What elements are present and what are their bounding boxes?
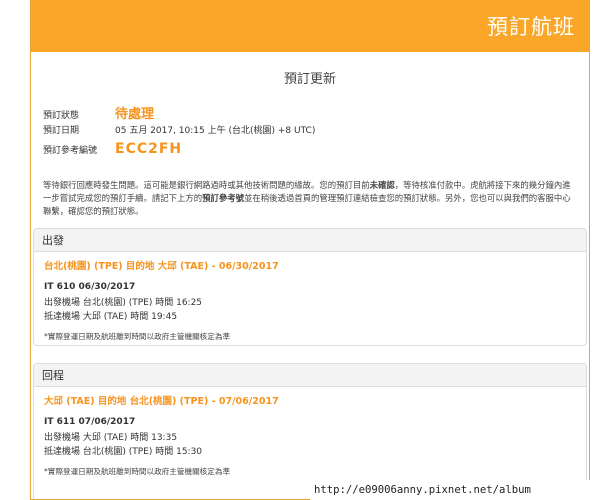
- ref-value: ECC2FH: [115, 141, 183, 157]
- date-label: 預訂日期: [43, 126, 80, 136]
- return-heading: 回程: [34, 364, 586, 387]
- notice-bold-1: 未確認: [369, 180, 395, 190]
- outbound-note: *實際登運日期及航班離到時間以政府主管機關核定為準: [44, 332, 231, 341]
- notice-bold-2: 預訂參考號: [202, 193, 244, 203]
- watermark-url: http://e09006anny.pixnet.net/album: [310, 480, 600, 500]
- return-note: *實際登運日期及航班離到時間以政府主管機關核定為準: [44, 467, 231, 476]
- notice-text: 等待銀行回應時發生問題。這可能是銀行網路過時或其他技術問題的緣故。您的預訂目前未…: [43, 179, 577, 218]
- return-arrive: 抵達機場 台北(桃園) (TPE) 時間 15:30: [44, 447, 203, 457]
- date-row: 預訂日期 05 五月 2017, 10:15 上午 (台北(桃園) +8 UTC…: [43, 123, 589, 140]
- booking-info: 預訂狀態 待處理 預訂日期 05 五月 2017, 10:15 上午 (台北(桃…: [43, 103, 589, 163]
- outbound-heading: 出發: [34, 229, 586, 252]
- notice-part-1: 等待銀行回應時發生問題。這可能是銀行網路過時或其他技術問題的緣故。您的預訂目前: [43, 180, 370, 190]
- outbound-arrive: 抵達機場 大邱 (TAE) 時間 19:45: [44, 312, 178, 322]
- header-bar: 預訂航班: [31, 0, 589, 52]
- section-title: 預訂更新: [283, 72, 336, 87]
- outbound-route: 台北(桃園) (TPE) 目的地 大邱 (TAE) - 06/30/2017: [44, 261, 279, 272]
- date-value: 05 五月 2017, 10:15 上午 (台北(桃園) +8 UTC): [115, 126, 316, 136]
- return-route: 大邱 (TAE) 目的地 台北(桃園) (TPE) - 07/06/2017: [44, 396, 279, 407]
- page-title: 預訂航班: [487, 15, 575, 39]
- outbound-body: 台北(桃園) (TPE) 目的地 大邱 (TAE) - 06/30/2017 I…: [34, 252, 586, 342]
- ref-label: 預訂參考編號: [43, 146, 98, 156]
- outbound-flight-number: IT 610 06/30/2017: [44, 282, 136, 292]
- booking-card: 預訂航班 預訂更新 預訂狀態 待處理 預訂日期 05 五月 2017, 10:1…: [30, 0, 590, 500]
- status-label: 預訂狀態: [43, 111, 80, 121]
- ref-row: 預訂參考編號 ECC2FH: [43, 141, 589, 163]
- status-value: 待處理: [115, 107, 155, 122]
- outbound-depart: 出發機場 台北(桃園) (TPE) 時間 16:25: [44, 298, 203, 308]
- return-flight-number: IT 611 07/06/2017: [44, 417, 136, 427]
- outbound-panel: 出發 台北(桃園) (TPE) 目的地 大邱 (TAE) - 06/30/201…: [33, 228, 587, 346]
- status-row: 預訂狀態 待處理: [43, 103, 589, 123]
- return-depart: 出發機場 大邱 (TAE) 時間 13:35: [44, 433, 178, 443]
- return-body: 大邱 (TAE) 目的地 台北(桃園) (TPE) - 07/06/2017 I…: [34, 387, 586, 477]
